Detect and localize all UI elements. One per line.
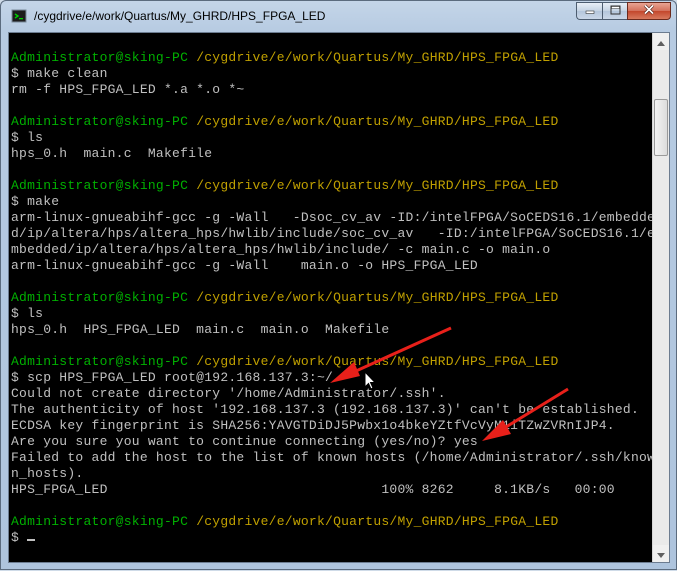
- terminal-window: /cygdrive/e/work/Quartus/My_GHRD/HPS_FPG…: [0, 0, 677, 570]
- prompt-path: /cygdrive/e/work/Quartus/My_GHRD/HPS_FPG…: [196, 354, 559, 369]
- output-line: Failed to add the host to the list of kn…: [11, 450, 653, 466]
- line-text: mbedded/ip/altera/hps/altera_hps/hwlib/i…: [11, 242, 551, 257]
- prompt-user: Administrator@sking-PC: [11, 290, 189, 305]
- line-text: $ ls: [11, 306, 44, 321]
- prompt-user: Administrator@sking-PC: [11, 354, 189, 369]
- line-text: Failed to add the host to the list of kn…: [11, 450, 653, 465]
- output-line: $ scp HPS_FPGA_LED root@192.168.137.3:~/: [11, 370, 333, 386]
- terminal-output[interactable]: Administrator@sking-PC /cygdrive/e/work/…: [10, 33, 653, 562]
- prompt-user: Administrator@sking-PC: [11, 514, 189, 529]
- prompt-line: Administrator@sking-PC /cygdrive/e/work/…: [11, 514, 559, 530]
- prompt-path: /cygdrive/e/work/Quartus/My_GHRD/HPS_FPG…: [196, 514, 559, 529]
- prompt-user: Administrator@sking-PC: [11, 114, 189, 129]
- line-text: d/ip/altera/hps/altera_hps/hwlib/include…: [11, 226, 653, 241]
- line-text: $ ls: [11, 130, 44, 145]
- output-line: $ make clean: [11, 66, 108, 82]
- terminal-client[interactable]: Administrator@sking-PC /cygdrive/e/work/…: [8, 32, 670, 563]
- window-controls: [576, 2, 671, 21]
- line-text: $ scp HPS_FPGA_LED root@192.168.137.3:~/: [11, 370, 334, 385]
- title-bar[interactable]: /cygdrive/e/work/Quartus/My_GHRD/HPS_FPG…: [1, 1, 676, 33]
- prompt-line: Administrator@sking-PC /cygdrive/e/work/…: [11, 178, 559, 194]
- output-line: hps_0.h HPS_FPGA_LED main.c main.o Makef…: [11, 322, 389, 338]
- output-line: hps_0.h main.c Makefile: [11, 146, 212, 162]
- close-button[interactable]: [627, 2, 671, 20]
- cygwin-terminal-icon: [11, 8, 27, 24]
- maximize-button[interactable]: [602, 2, 627, 20]
- prompt-line: Administrator@sking-PC /cygdrive/e/work/…: [11, 114, 559, 130]
- output-line: HPS_FPGA_LED 100% 8262 8.1KB/s 00:00: [11, 482, 615, 498]
- line-text: Are you sure you want to continue connec…: [11, 434, 478, 449]
- output-line: The authenticity of host '192.168.137.3 …: [11, 402, 639, 418]
- output-line: $ ls: [11, 130, 43, 146]
- prompt-path: /cygdrive/e/work/Quartus/My_GHRD/HPS_FPG…: [196, 290, 559, 305]
- line-text: HPS_FPGA_LED 100% 8262 8.1KB/s 00:00: [11, 482, 615, 497]
- prompt-line: Administrator@sking-PC /cygdrive/e/work/…: [11, 50, 559, 66]
- line-text: $: [11, 530, 28, 545]
- chevron-up-icon: [657, 33, 665, 51]
- prompt-line: Administrator@sking-PC /cygdrive/e/work/…: [11, 290, 559, 306]
- output-line: ECDSA key fingerprint is SHA256:YAVGTDiD…: [11, 418, 615, 434]
- text-cursor: [27, 539, 36, 541]
- line-text: arm-linux-gnueabihf-gcc -g -Wall -Dsoc_c…: [11, 210, 653, 225]
- line-text: hps_0.h HPS_FPGA_LED main.c main.o Makef…: [11, 322, 390, 337]
- output-line: d/ip/altera/hps/altera_hps/hwlib/include…: [11, 226, 653, 242]
- close-icon: [643, 2, 655, 20]
- line-text: arm-linux-gnueabihf-gcc -g -Wall main.o …: [11, 258, 478, 273]
- chevron-down-icon: [657, 545, 665, 563]
- output-line: Are you sure you want to continue connec…: [11, 434, 478, 450]
- line-text: The authenticity of host '192.168.137.3 …: [11, 402, 639, 417]
- output-line: Could not create directory '/home/Admini…: [11, 386, 446, 402]
- prompt-user: Administrator@sking-PC: [11, 50, 189, 65]
- output-line: $ ls: [11, 306, 43, 322]
- scrollbar-thumb[interactable]: [654, 99, 668, 156]
- prompt-user: Administrator@sking-PC: [11, 178, 189, 193]
- window-title: /cygdrive/e/work/Quartus/My_GHRD/HPS_FPG…: [34, 9, 326, 23]
- scroll-up-button[interactable]: [653, 33, 669, 50]
- output-line: $ make: [11, 194, 59, 210]
- prompt-path: /cygdrive/e/work/Quartus/My_GHRD/HPS_FPG…: [196, 50, 559, 65]
- line-text: ECDSA key fingerprint is SHA256:YAVGTDiD…: [11, 418, 615, 433]
- output-line: arm-linux-gnueabihf-gcc -g -Wall main.o …: [11, 258, 478, 274]
- output-line: n_hosts).: [11, 466, 83, 482]
- minimize-icon: [585, 2, 595, 20]
- command-input-line: $: [11, 530, 36, 546]
- prompt-path: /cygdrive/e/work/Quartus/My_GHRD/HPS_FPG…: [196, 178, 559, 193]
- prompt-path: /cygdrive/e/work/Quartus/My_GHRD/HPS_FPG…: [196, 114, 559, 129]
- output-line: arm-linux-gnueabihf-gcc -g -Wall -Dsoc_c…: [11, 210, 653, 226]
- line-text: rm -f HPS_FPGA_LED *.a *.o *~: [11, 82, 245, 97]
- line-text: Could not create directory '/home/Admini…: [11, 386, 446, 401]
- line-text: $ make clean: [11, 66, 108, 81]
- output-line: mbedded/ip/altera/hps/altera_hps/hwlib/i…: [11, 242, 550, 258]
- prompt-line: Administrator@sking-PC /cygdrive/e/work/…: [11, 354, 559, 370]
- minimize-button[interactable]: [576, 2, 602, 20]
- line-text: $ make: [11, 194, 60, 209]
- output-line: rm -f HPS_FPGA_LED *.a *.o *~: [11, 82, 245, 98]
- line-text: n_hosts).: [11, 466, 84, 481]
- line-text: hps_0.h main.c Makefile: [11, 146, 213, 161]
- maximize-icon: [610, 2, 621, 20]
- scroll-down-button[interactable]: [653, 545, 669, 562]
- vertical-scrollbar[interactable]: [652, 33, 669, 562]
